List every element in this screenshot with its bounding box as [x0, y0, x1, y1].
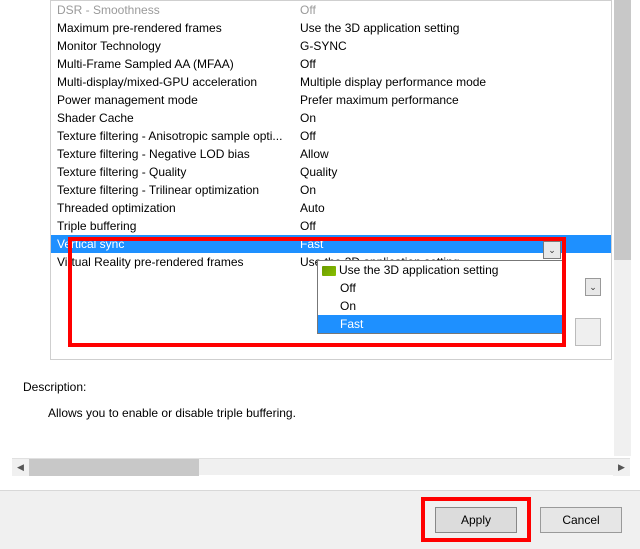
setting-row[interactable]: Vertical syncFast: [51, 235, 611, 253]
setting-value: Use the 3D application setting: [296, 19, 611, 37]
inner-scroll-corner: [575, 318, 601, 346]
setting-name: Texture filtering - Quality: [51, 163, 296, 181]
setting-value: On: [296, 181, 611, 199]
setting-value: Off: [296, 1, 611, 19]
dropdown-option[interactable]: Off: [318, 279, 562, 297]
setting-value: Quality: [296, 163, 611, 181]
dropdown-option[interactable]: On: [318, 297, 562, 315]
setting-value: Multiple display performance mode: [296, 73, 611, 91]
setting-name: Texture filtering - Trilinear optimizati…: [51, 181, 296, 199]
setting-name: Texture filtering - Anisotropic sample o…: [51, 127, 296, 145]
scroll-track[interactable]: [29, 459, 613, 475]
scroll-thumb[interactable]: [29, 459, 199, 476]
setting-value: Prefer maximum performance: [296, 91, 611, 109]
apply-button[interactable]: Apply: [435, 507, 517, 533]
button-bar: Apply Cancel: [0, 490, 640, 549]
setting-row[interactable]: Texture filtering - Anisotropic sample o…: [51, 127, 611, 145]
setting-value: Fast: [296, 235, 611, 253]
setting-row[interactable]: Texture filtering - Negative LOD biasAll…: [51, 145, 611, 163]
dropdown-option-label: Use the 3D application setting: [339, 263, 498, 277]
description-label: Description:: [23, 380, 86, 394]
setting-name: Multi-Frame Sampled AA (MFAA): [51, 55, 296, 73]
setting-row[interactable]: Power management modePrefer maximum perf…: [51, 91, 611, 109]
setting-name: Threaded optimization: [51, 199, 296, 217]
setting-value: Auto: [296, 199, 611, 217]
scroll-right-button[interactable]: ▶: [613, 459, 630, 476]
setting-name: Multi-display/mixed-GPU acceleration: [51, 73, 296, 91]
setting-row[interactable]: Multi-Frame Sampled AA (MFAA)Off: [51, 55, 611, 73]
setting-row[interactable]: Shader CacheOn: [51, 109, 611, 127]
cancel-button[interactable]: Cancel: [540, 507, 622, 533]
settings-container: DSR - SmoothnessOffMaximum pre-rendered …: [12, 0, 622, 460]
setting-row[interactable]: Maximum pre-rendered framesUse the 3D ap…: [51, 19, 611, 37]
setting-name: Triple buffering: [51, 217, 296, 235]
setting-name: Shader Cache: [51, 109, 296, 127]
scroll-left-button[interactable]: ◀: [12, 459, 29, 476]
setting-value: On: [296, 109, 611, 127]
description-text: Allows you to enable or disable triple b…: [48, 406, 296, 420]
vertical-sync-dropdown-button[interactable]: ⌄: [543, 241, 561, 259]
horizontal-scrollbar[interactable]: ◀ ▶: [12, 458, 630, 475]
setting-name: Texture filtering - Negative LOD bias: [51, 145, 296, 163]
setting-name: DSR - Smoothness: [51, 1, 296, 19]
setting-value: Off: [296, 127, 611, 145]
setting-row[interactable]: Texture filtering - Trilinear optimizati…: [51, 181, 611, 199]
vertical-sync-dropdown-list[interactable]: Use the 3D application setting OffOnFast: [317, 260, 563, 334]
inner-scroll-down-button[interactable]: ⌄: [585, 278, 601, 296]
setting-value: Allow: [296, 145, 611, 163]
chevron-down-icon: ⌄: [548, 245, 556, 256]
setting-value: G-SYNC: [296, 37, 611, 55]
dropdown-option[interactable]: Fast: [318, 315, 562, 333]
setting-row[interactable]: Texture filtering - QualityQuality: [51, 163, 611, 181]
setting-row[interactable]: Multi-display/mixed-GPU accelerationMult…: [51, 73, 611, 91]
setting-row[interactable]: Triple bufferingOff: [51, 217, 611, 235]
setting-name: Power management mode: [51, 91, 296, 109]
setting-name: Vertical sync: [51, 235, 296, 253]
setting-row[interactable]: Threaded optimizationAuto: [51, 199, 611, 217]
setting-name: Monitor Technology: [51, 37, 296, 55]
setting-value: Off: [296, 217, 611, 235]
dropdown-option[interactable]: Use the 3D application setting: [318, 261, 562, 279]
setting-value: Off: [296, 55, 611, 73]
setting-name: Maximum pre-rendered frames: [51, 19, 296, 37]
setting-row[interactable]: DSR - SmoothnessOff: [51, 1, 611, 19]
setting-name: Virtual Reality pre-rendered frames: [51, 253, 296, 271]
nvidia-logo-icon: [322, 266, 336, 276]
setting-row[interactable]: Monitor TechnologyG-SYNC: [51, 37, 611, 55]
